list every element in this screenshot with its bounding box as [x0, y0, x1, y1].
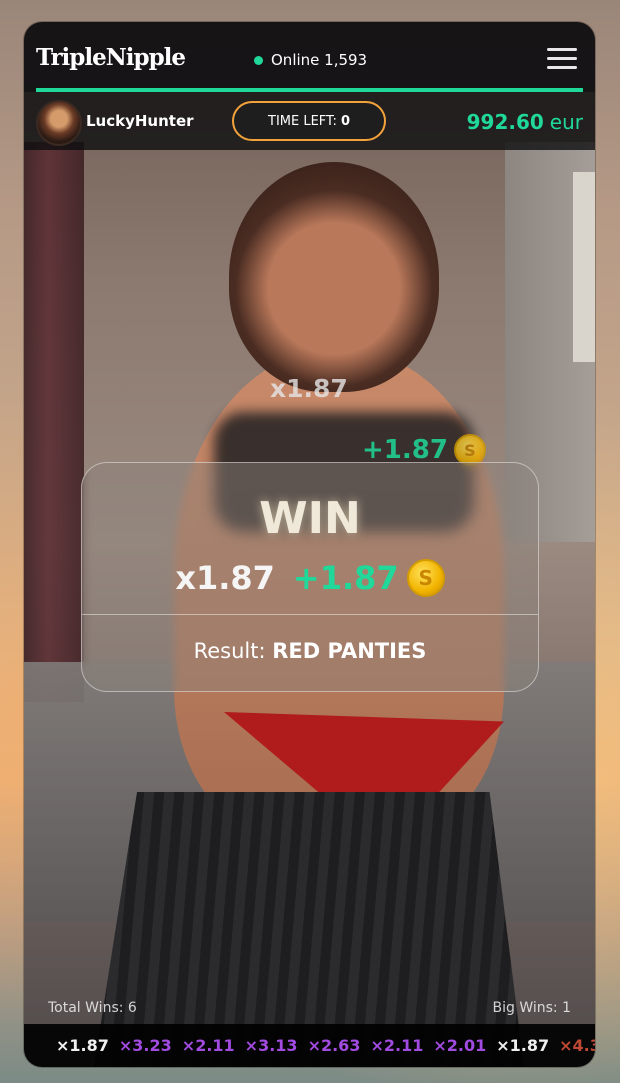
window — [573, 172, 595, 362]
divider — [82, 614, 538, 615]
win-gain: +1.87 S — [293, 559, 445, 597]
time-left-badge: TIME LEFT: 0 — [232, 101, 386, 141]
username[interactable]: LuckyHunter — [86, 112, 194, 130]
coin-icon: S — [406, 559, 445, 597]
user-bar: LuckyHunter TIME LEFT: 0 992.60 eur — [24, 92, 595, 150]
curtain — [24, 142, 84, 702]
balance: 992.60 eur — [467, 110, 583, 134]
time-left-value: 0 — [340, 113, 350, 129]
hamburger-menu-icon[interactable] — [547, 48, 577, 70]
online-indicator: Online 1,593 — [254, 51, 367, 69]
win-amounts: x1.87 +1.87 S — [82, 559, 538, 597]
win-multiplier: x1.87 — [175, 559, 275, 597]
history-item: ×4.34 — [559, 1036, 595, 1055]
win-title: WIN — [259, 493, 361, 544]
floating-gain-value: +1.87 — [362, 435, 448, 465]
result-label: Result: — [193, 639, 266, 663]
history-item: ×2.01 — [433, 1036, 487, 1055]
win-popup: WIN x1.87 +1.87 S Result: RED PANTIES — [81, 462, 539, 692]
result-value: RED PANTIES — [272, 639, 427, 663]
game-screen: TripleNipple Online 1,593 LuckyHunter TI… — [24, 22, 595, 1067]
big-wins: Big Wins: 1 — [492, 1000, 572, 1016]
figure-head — [229, 162, 439, 392]
history-item: ×3.23 — [118, 1036, 172, 1055]
history-item: ×1.87 — [496, 1036, 550, 1055]
win-gain-value: +1.87 — [292, 559, 399, 597]
total-wins: Total Wins: 6 — [48, 1000, 137, 1016]
win-result: Result: RED PANTIES — [82, 639, 538, 663]
online-dot-icon — [254, 55, 263, 65]
multiplier-history: ×1.87 ×3.23 ×2.11 ×3.13 ×2.63 ×2.11 ×2.01 ×1.87… — [24, 1024, 595, 1067]
top-bar: TripleNipple Online 1,593 — [24, 22, 595, 92]
avatar[interactable] — [36, 100, 82, 146]
time-left-label: TIME LEFT: — [268, 113, 337, 129]
history-item: ×3.13 — [244, 1036, 298, 1055]
balance-currency: eur — [549, 110, 583, 134]
history-item: ×2.11 — [370, 1036, 424, 1055]
history-item: ×1.87 — [56, 1036, 109, 1055]
balance-amount: 992.60 — [466, 110, 544, 134]
online-count: Online 1,593 — [271, 51, 368, 69]
footer-stats: Total Wins: 6 Big Wins: 1 — [24, 998, 595, 1022]
history-item: ×2.63 — [307, 1036, 361, 1055]
floating-multiplier: x1.87 — [270, 374, 348, 403]
logo[interactable]: TripleNipple — [36, 44, 186, 71]
history-item: ×2.11 — [181, 1036, 235, 1055]
